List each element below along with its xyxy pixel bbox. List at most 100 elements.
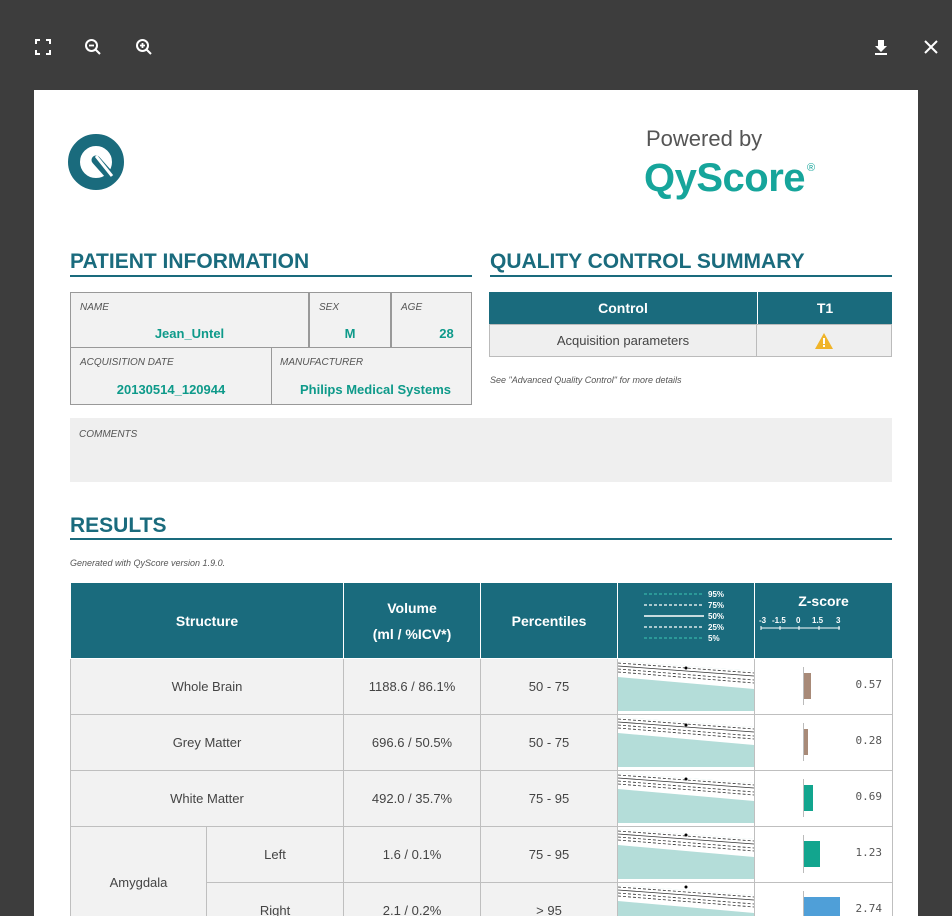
z-tick-m15: -1.5 (772, 616, 786, 625)
name-value: Jean_Untel (154, 326, 225, 341)
percentile-chart (617, 717, 755, 767)
close-icon[interactable] (920, 36, 942, 58)
age-label: AGE (401, 302, 423, 313)
manufacturer-cell: MANUFACTURER Philips Medical Systems (271, 347, 472, 405)
col-zscore-title: Z-score (798, 593, 849, 609)
z-tick-0: 0 (796, 616, 801, 625)
legend-5: 5% (708, 634, 720, 643)
side-cell: Right (205, 882, 345, 916)
qc-col-t1: T1 (757, 292, 892, 324)
zscore-value: 0.69 (855, 790, 883, 803)
comments-box: COMMENTS (70, 418, 892, 482)
zscore-bar (804, 841, 820, 867)
acq-date-cell: ACQUISITION DATE 20130514_120944 (70, 347, 272, 405)
volume-cell: 2.1 / 0.2% (343, 882, 482, 916)
comments-label: COMMENTS (79, 429, 138, 440)
age-value: 28 (439, 326, 454, 341)
zscore-bar (804, 785, 813, 811)
name-cell: NAME Jean_Untel (70, 292, 309, 348)
powered-by-text: Powered by (646, 126, 763, 151)
viewer-toolbar (0, 0, 952, 90)
qc-note: See "Advanced Quality Control" for more … (490, 375, 682, 385)
structure-cell: Whole Brain (69, 658, 345, 715)
percentile-chart (617, 829, 755, 879)
manu-label: MANUFACTURER (280, 357, 364, 368)
col-percentile-legend: 95% 75% 50% 25% 5% (617, 582, 756, 659)
qc-row-label: Acquisition parameters (489, 324, 757, 357)
results-table: Structure Volume (ml / %ICV*) Percentile… (69, 582, 894, 916)
percentile-cell: 50 - 75 (480, 714, 619, 771)
side-cell: Left (205, 826, 345, 883)
zscore-cell: 1.23 (754, 826, 894, 883)
results-header-row: Structure Volume (ml / %ICV*) Percentile… (69, 582, 894, 659)
qc-rule (490, 275, 892, 277)
q-logo-icon (68, 134, 150, 190)
percentile-point (684, 885, 688, 889)
fullscreen-icon[interactable] (32, 36, 54, 58)
zscore-value: 0.28 (855, 734, 883, 747)
volume-cell: 1.6 / 0.1% (343, 826, 482, 883)
qyscore-brand: QyScore ® (644, 156, 815, 201)
manu-value: Philips Medical Systems (299, 382, 451, 397)
z-tick-3: 3 (836, 616, 841, 625)
legend-25: 25% (708, 623, 724, 632)
sex-label: SEX (319, 302, 340, 313)
sex-cell: SEX M (309, 292, 391, 348)
results-title: RESULTS (70, 514, 167, 537)
percentile-point (684, 666, 688, 670)
warning-icon (756, 324, 892, 357)
zscore-axis: -3 -1.5 0 1.5 3 (759, 616, 841, 630)
age-cell: AGE 28 (391, 292, 472, 348)
col-volume: Volume (ml / %ICV*) (343, 582, 482, 659)
z-tick-m3: -3 (759, 616, 767, 625)
volume-cell: 492.0 / 35.7% (343, 770, 482, 827)
percentile-cell: 75 - 95 (480, 770, 619, 827)
col-volume-unit: (ml / %ICV*) (372, 625, 452, 642)
registered-mark: ® (807, 162, 815, 174)
name-label: NAME (80, 302, 109, 313)
zscore-cell: 2.74 (754, 882, 894, 916)
zscore-value: 1.23 (855, 846, 883, 859)
download-icon[interactable] (870, 36, 892, 58)
percentile-chart-cell (617, 770, 756, 827)
zscore-cell: 0.57 (754, 658, 894, 715)
table-row: Amygdala Left 1.6 / 0.1% 75 - 95 1.23 (70, 826, 894, 916)
zoom-in-icon[interactable] (133, 36, 155, 58)
brand-name: QyScore (644, 156, 806, 200)
report-page: Powered by QyScore ® PATIENT INFORMATION … (34, 90, 918, 916)
zoom-out-icon[interactable] (82, 36, 104, 58)
zscore-value: 2.74 (855, 902, 883, 915)
generated-note: Generated with QyScore version 1.9.0. (70, 558, 226, 568)
acq-label: ACQUISITION DATE (80, 357, 174, 368)
zscore-bar (804, 729, 808, 755)
percentile-point (684, 723, 688, 727)
results-rule (70, 538, 892, 540)
zscore-bar (804, 673, 812, 699)
col-structure: Structure (69, 582, 345, 659)
percentile-cell: > 95 (480, 882, 619, 916)
percentile-chart-cell (617, 882, 756, 916)
percentile-chart-cell (617, 826, 756, 883)
structure-cell: Grey Matter (69, 714, 345, 771)
zscore-value: 0.57 (855, 678, 883, 691)
acq-value: 20130514_120944 (116, 382, 226, 397)
percentile-chart-cell (617, 658, 756, 715)
percentile-legend: 95% 75% 50% 25% 5% (644, 590, 724, 643)
volume-cell: 696.6 / 50.5% (343, 714, 482, 771)
percentile-chart-cell (617, 714, 756, 771)
zscore-bar (804, 897, 840, 916)
percentile-cell: 75 - 95 (480, 826, 619, 883)
zscore-cell: 0.28 (754, 714, 894, 771)
col-zscore: Z-score -3 -1.5 0 1.5 3 (754, 582, 894, 659)
legend-50: 50% (708, 612, 724, 621)
percentile-point (684, 833, 688, 837)
volume-cell: 1188.6 / 86.1% (343, 658, 482, 715)
col-volume-title: Volume (387, 599, 437, 616)
percentile-point (684, 777, 688, 781)
table-row: Whole Brain 1188.6 / 86.1% 50 - 75 0.57 (69, 658, 894, 715)
patient-rule (70, 275, 472, 277)
qc-title: QUALITY CONTROL SUMMARY (490, 250, 805, 273)
qc-col-control: Control (489, 292, 757, 324)
patient-info-title: PATIENT INFORMATION (70, 250, 310, 273)
structure-cell: Amygdala (70, 826, 207, 916)
